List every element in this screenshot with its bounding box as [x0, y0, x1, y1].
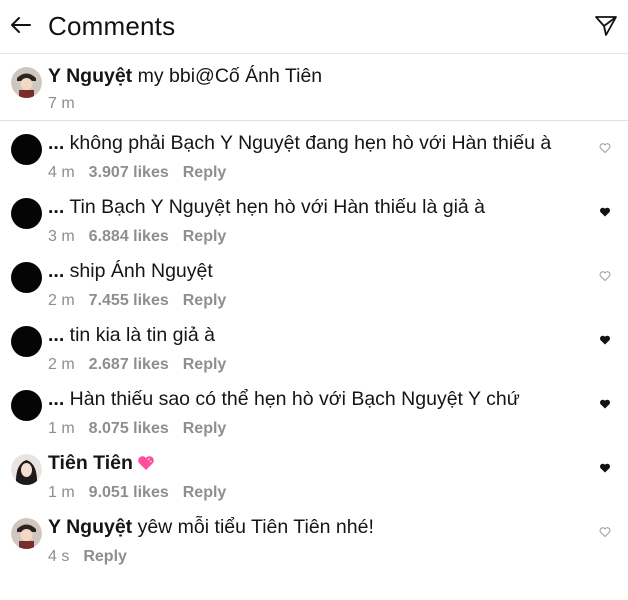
- paper-plane-icon[interactable]: [594, 14, 618, 38]
- avatar[interactable]: [11, 326, 42, 357]
- timestamp: 2 m: [48, 292, 75, 309]
- comment-item: Y Nguyệt yêw mỗi tiểu Tiên Tiên nhé! 4 s…: [0, 506, 628, 568]
- timestamp: 4 s: [48, 548, 70, 565]
- heart-filled-icon[interactable]: [599, 334, 611, 346]
- comment-item: ... Hàn thiếu sao có thể hẹn hò với Bạch…: [0, 378, 628, 440]
- likes-count[interactable]: 2.687 likes: [89, 356, 169, 373]
- caption-text: my bbi@Cố Ánh Tiên: [132, 65, 323, 87]
- caption: Y Nguyệt my bbi@Cố Ánh Tiên 7 m: [0, 55, 628, 121]
- heart-outline-icon[interactable]: [599, 526, 611, 538]
- page-title: Comments: [48, 11, 176, 41]
- likes-count[interactable]: 8.075 likes: [89, 420, 169, 437]
- comment-item: ... ship Ánh Nguyệt 2 m 7.455 likes Reply: [0, 250, 628, 312]
- username[interactable]: Y Nguyệt: [48, 65, 132, 87]
- likes-count[interactable]: 7.455 likes: [89, 292, 169, 309]
- username[interactable]: Tiên Tiên: [48, 452, 133, 474]
- reply-button[interactable]: Reply: [183, 356, 227, 373]
- likes-count[interactable]: 3.907 likes: [89, 164, 169, 181]
- likes-count[interactable]: 9.051 likes: [89, 484, 169, 501]
- arrow-left-icon[interactable]: [10, 14, 32, 36]
- comment-item: Tiên Tiên 1 m 9.051 likes Reply: [0, 442, 628, 504]
- comment-item: ... không phải Bạch Y Nguyệt đang hẹn hò…: [0, 122, 628, 184]
- reply-button[interactable]: Reply: [183, 228, 227, 245]
- comment-text: Tin Bạch Y Nguyệt hẹn hò với Hàn thiếu l…: [64, 196, 486, 218]
- timestamp: 2 m: [48, 356, 75, 373]
- pink-heart-emoji: [138, 456, 154, 470]
- username[interactable]: ...: [48, 388, 64, 410]
- heart-outline-icon[interactable]: [599, 142, 611, 154]
- avatar[interactable]: [11, 67, 42, 98]
- username[interactable]: ...: [48, 196, 64, 218]
- comment-text: yêw mỗi tiểu Tiên Tiên nhé!: [132, 516, 374, 538]
- likes-count[interactable]: 6.884 likes: [89, 228, 169, 245]
- comment-text: tin kia là tin giả à: [64, 324, 215, 346]
- avatar[interactable]: [11, 198, 42, 229]
- heart-filled-icon[interactable]: [599, 462, 611, 474]
- timestamp: 7 m: [48, 95, 75, 112]
- reply-button[interactable]: Reply: [183, 164, 227, 181]
- avatar[interactable]: [11, 390, 42, 421]
- timestamp: 4 m: [48, 164, 75, 181]
- reply-button[interactable]: Reply: [183, 420, 227, 437]
- reply-button[interactable]: Reply: [83, 548, 127, 565]
- timestamp: 3 m: [48, 228, 75, 245]
- heart-filled-icon[interactable]: [599, 398, 611, 410]
- heart-outline-icon[interactable]: [599, 270, 611, 282]
- avatar[interactable]: [11, 134, 42, 165]
- reply-button[interactable]: Reply: [183, 484, 227, 501]
- heart-filled-icon[interactable]: [599, 206, 611, 218]
- comment-text: ship Ánh Nguyệt: [64, 260, 213, 282]
- username[interactable]: ...: [48, 324, 64, 346]
- username[interactable]: ...: [48, 260, 64, 282]
- comment-text: không phải Bạch Y Nguyệt đang hẹn hò với…: [64, 132, 552, 154]
- timestamp: 1 m: [48, 484, 75, 501]
- reply-button[interactable]: Reply: [183, 292, 227, 309]
- username[interactable]: ...: [48, 132, 64, 154]
- timestamp: 1 m: [48, 420, 75, 437]
- avatar[interactable]: [11, 454, 42, 485]
- comment-text: Hàn thiếu sao có thể hẹn hò với Bạch Ngu…: [64, 388, 520, 410]
- header-bar: Comments: [0, 0, 628, 54]
- avatar[interactable]: [11, 262, 42, 293]
- comment-item: ... tin kia là tin giả à 2 m 2.687 likes R…: [0, 314, 628, 376]
- username[interactable]: Y Nguyệt: [48, 516, 132, 538]
- avatar[interactable]: [11, 518, 42, 549]
- comment-item: ... Tin Bạch Y Nguyệt hẹn hò với Hàn thi…: [0, 186, 628, 248]
